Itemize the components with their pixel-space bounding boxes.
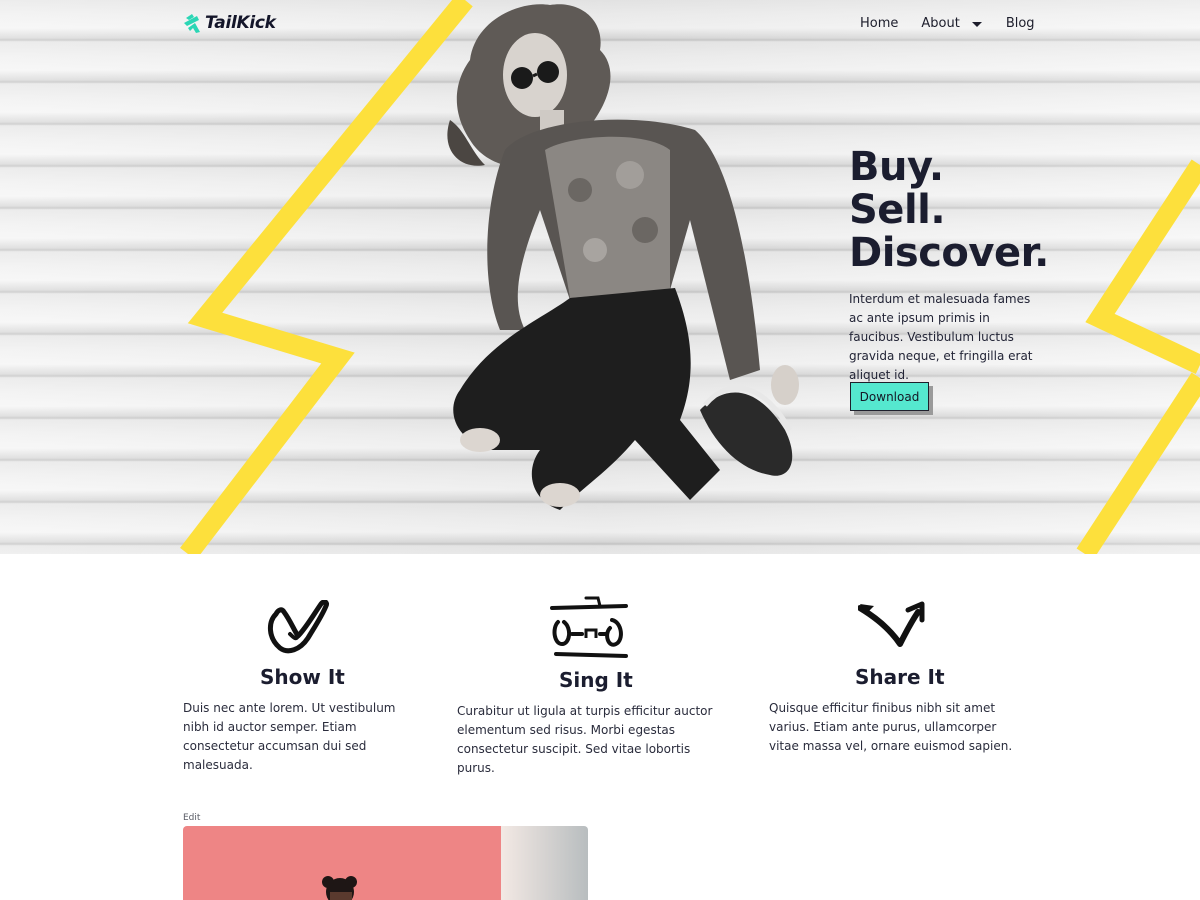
- hero-section: TailKick Home About Blog Buy. Sell. Disc…: [0, 0, 1200, 554]
- feature-text: Duis nec ante lorem. Ut vestibulum nibh …: [183, 701, 396, 772]
- download-button-wrap: Download: [850, 382, 933, 415]
- preview-photo: [183, 826, 588, 900]
- hero-title: Buy. Sell. Discover.: [849, 146, 1049, 275]
- nav-blog-link[interactable]: Blog: [1006, 16, 1035, 31]
- hero-person-photo: [447, 4, 799, 510]
- heart-check-icon: [268, 600, 329, 654]
- feature-text: Curabitur ut ligula at turpis efficitur …: [457, 704, 713, 775]
- nav-about-dropdown[interactable]: About: [921, 16, 982, 31]
- brand-logo[interactable]: TailKick: [183, 12, 276, 34]
- feature-title: Sing It: [559, 668, 633, 692]
- share-arrow-icon: [858, 601, 925, 647]
- nav-home-link[interactable]: Home: [860, 16, 898, 31]
- top-navigation: TailKick Home About Blog: [0, 0, 1200, 48]
- left-bolt: [180, 0, 473, 554]
- right-bolt-bottom: [1076, 372, 1200, 554]
- right-bolt-top: [1085, 159, 1200, 375]
- nav-about-label: About: [921, 16, 960, 31]
- preview-image: [183, 826, 588, 900]
- feature-text: Quisque efficitur finibus nibh sit amet …: [769, 701, 1013, 753]
- hero-title-line: Sell.: [849, 187, 946, 233]
- feature-title: Share It: [855, 665, 945, 689]
- tailkick-logo-icon: [184, 14, 200, 33]
- hero-title-line: Buy.: [849, 144, 944, 190]
- edit-link[interactable]: Edit: [183, 813, 200, 823]
- feature-title: Show It: [260, 665, 345, 689]
- nav-links: Home About Blog: [860, 16, 1035, 31]
- brand-name: TailKick: [205, 13, 276, 33]
- chevron-down-icon: [971, 21, 982, 27]
- hero-description: Interdum et malesuada fames ac ante ipsu…: [849, 292, 1033, 382]
- hero-title-line: Discover.: [849, 230, 1049, 276]
- download-button[interactable]: Download: [850, 382, 929, 411]
- boombox-icon: [550, 596, 628, 658]
